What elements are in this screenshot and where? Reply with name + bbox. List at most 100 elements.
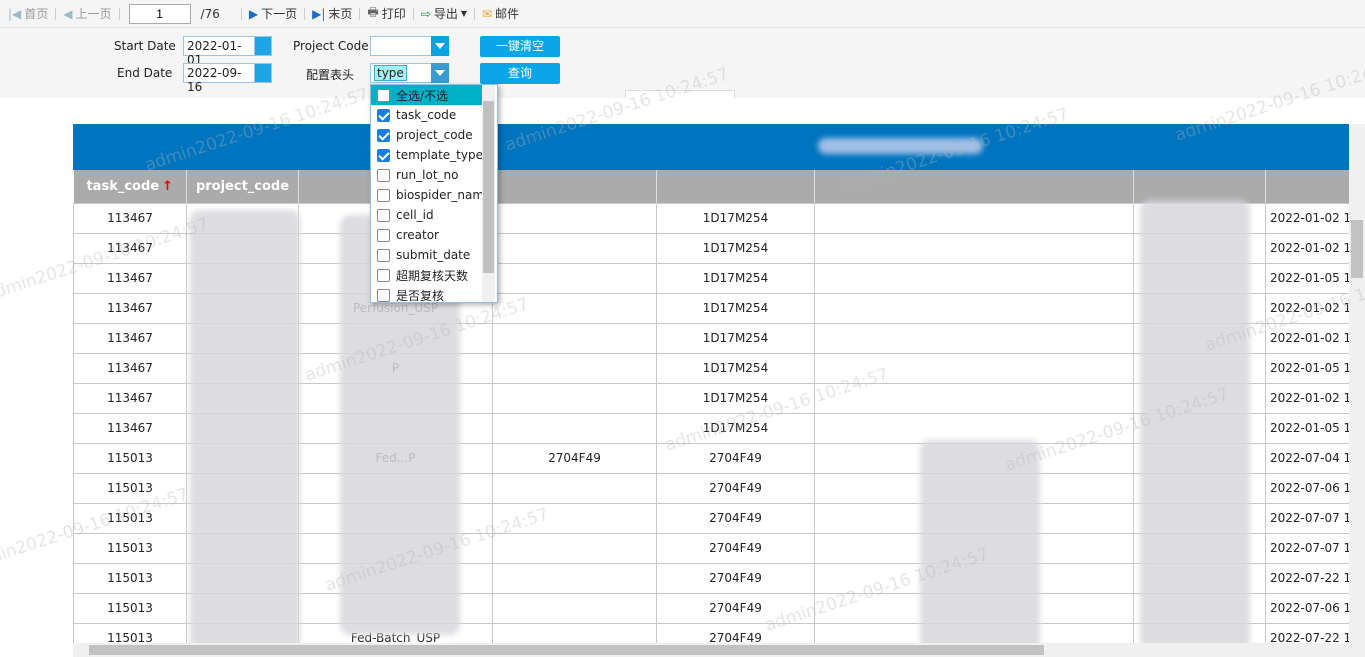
dropdown-option[interactable]: template_type — [371, 145, 483, 165]
table-cell — [492, 262, 657, 294]
column-header[interactable]: task_code ↑ — [73, 170, 187, 203]
table-cell: 2704F49 — [656, 442, 815, 474]
table-cell: 113467 — [73, 352, 187, 384]
table-cell: 2022-01-05 1 — [1264, 412, 1353, 444]
table-cell — [492, 232, 657, 264]
calendar-icon[interactable] — [254, 63, 272, 83]
dropdown-option[interactable]: 全选/不选 — [371, 85, 483, 105]
table-cell — [492, 322, 657, 354]
table-cell: 113467 — [73, 232, 187, 264]
next-page-icon: ▶ — [248, 6, 259, 21]
chevron-down-icon[interactable] — [431, 36, 449, 56]
column-header[interactable] — [656, 170, 815, 203]
checkbox[interactable] — [377, 168, 390, 182]
table-cell — [814, 202, 1134, 234]
query-button[interactable]: 查询 — [480, 63, 560, 84]
config-header-value: type — [374, 65, 407, 81]
dropdown-option[interactable]: 是否复核 — [371, 285, 483, 302]
last-page-icon: ▶| — [312, 6, 326, 21]
dropdown-option[interactable]: creator — [371, 225, 483, 245]
table-cell: 2704F49 — [656, 532, 815, 564]
project-code-label: Project Code — [293, 39, 369, 53]
dropdown-option[interactable]: task_code — [371, 105, 483, 125]
checkbox[interactable] — [377, 268, 390, 282]
table-cell — [492, 292, 657, 324]
table-cell: 1D17M254 — [656, 232, 815, 264]
table-cell: 2022-07-07 1 — [1264, 502, 1353, 534]
column-header[interactable] — [492, 170, 657, 203]
checkbox[interactable] — [377, 108, 390, 122]
start-date-input[interactable]: 2022-01-01 — [183, 36, 255, 67]
checkbox[interactable] — [377, 148, 390, 162]
table-cell: 2704F49 — [492, 442, 657, 474]
config-header-select[interactable]: type — [370, 63, 432, 83]
dropdown-option[interactable]: project_code — [371, 125, 483, 145]
dropdown-scrollbar[interactable] — [482, 85, 495, 302]
checkbox[interactable] — [377, 228, 390, 242]
table-cell — [814, 262, 1134, 294]
table-cell — [492, 412, 657, 444]
project-code-select[interactable] — [370, 36, 432, 56]
vertical-scrollbar[interactable] — [1349, 124, 1365, 643]
sort-asc-icon[interactable]: ↑ — [162, 179, 173, 194]
table-cell: 1D17M254 — [656, 262, 815, 294]
dropdown-option[interactable]: submit_date — [371, 245, 483, 265]
page-number-input[interactable] — [128, 3, 191, 24]
table-cell: 2022-01-02 1 — [1264, 322, 1353, 354]
chevron-down-icon[interactable] — [431, 63, 449, 83]
table-cell: 1D17M254 — [656, 292, 815, 324]
table-cell: 115013 — [73, 532, 187, 564]
column-header[interactable] — [814, 170, 1134, 203]
table-cell: 2022-01-05 1 — [1264, 262, 1353, 294]
pager-toolbar: |◀首页 ◀上一页 /76 ▶下一页 ▶|末页 🖶打印 ⇨导出▼ ✉邮件 — [0, 0, 1365, 28]
table-cell: 115013 — [73, 502, 187, 534]
dropdown-option[interactable]: biospider_name — [371, 185, 491, 205]
scroll-thumb[interactable] — [1351, 220, 1363, 278]
checkbox[interactable] — [377, 208, 390, 222]
first-page-button[interactable]: |◀ 首页 — [4, 5, 52, 22]
checkbox[interactable] — [377, 128, 390, 142]
checkbox[interactable] — [377, 188, 390, 202]
prev-page-button[interactable]: ◀ 上一页 — [59, 5, 115, 22]
end-date-input[interactable]: 2022-09-16 — [183, 63, 255, 94]
scroll-thumb[interactable] — [89, 645, 1044, 655]
table-cell — [492, 592, 657, 624]
table-cell: 2704F49 — [656, 592, 815, 624]
column-header[interactable]: project_code — [186, 170, 299, 203]
next-page-button[interactable]: ▶ 下一页 — [245, 5, 301, 22]
checkbox[interactable] — [377, 248, 390, 262]
collapse-handle[interactable] — [625, 90, 735, 98]
table-cell: 115013 — [73, 472, 187, 504]
table-cell: 2022-01-02 1 — [1264, 232, 1353, 264]
table-cell — [492, 502, 657, 534]
table-cell: 113467 — [73, 262, 187, 294]
table-cell: 2022-07-22 1 — [1264, 562, 1353, 594]
last-page-button[interactable]: ▶| 末页 — [308, 5, 356, 22]
clear-all-button[interactable]: 一键清空 — [480, 36, 560, 57]
dropdown-option[interactable]: cell_id — [371, 205, 483, 225]
table-cell: 115013 — [73, 442, 187, 474]
config-header-label: 配置表头 — [306, 68, 355, 82]
table-cell — [492, 202, 657, 234]
table-cell — [492, 562, 657, 594]
table-cell: 2022-01-02 1 — [1264, 292, 1353, 324]
calendar-icon[interactable] — [254, 36, 272, 56]
mail-button[interactable]: ✉ 邮件 — [478, 5, 523, 22]
export-button[interactable]: ⇨ 导出 ▼ — [417, 5, 471, 22]
horizontal-scrollbar[interactable] — [73, 643, 1365, 657]
checkbox[interactable] — [377, 88, 390, 102]
table-cell: 1D17M254 — [656, 382, 815, 414]
print-button[interactable]: 🖶 打印 — [363, 3, 409, 24]
export-icon: ⇨ — [420, 6, 431, 21]
column-header[interactable] — [1133, 170, 1266, 203]
chevron-down-icon: ▼ — [460, 9, 467, 18]
table-cell: 2022-07-06 1 — [1264, 592, 1353, 624]
dropdown-option[interactable]: run_lot_no — [371, 165, 483, 185]
table-cell: 2022-01-05 1 — [1264, 352, 1353, 384]
checkbox[interactable] — [377, 288, 390, 302]
table-cell — [814, 382, 1134, 414]
report-title-band — [73, 124, 1349, 170]
dropdown-option[interactable]: 超期复核天数 — [371, 265, 483, 285]
table-cell: 1D17M254 — [656, 322, 815, 354]
column-header[interactable] — [1265, 170, 1353, 203]
